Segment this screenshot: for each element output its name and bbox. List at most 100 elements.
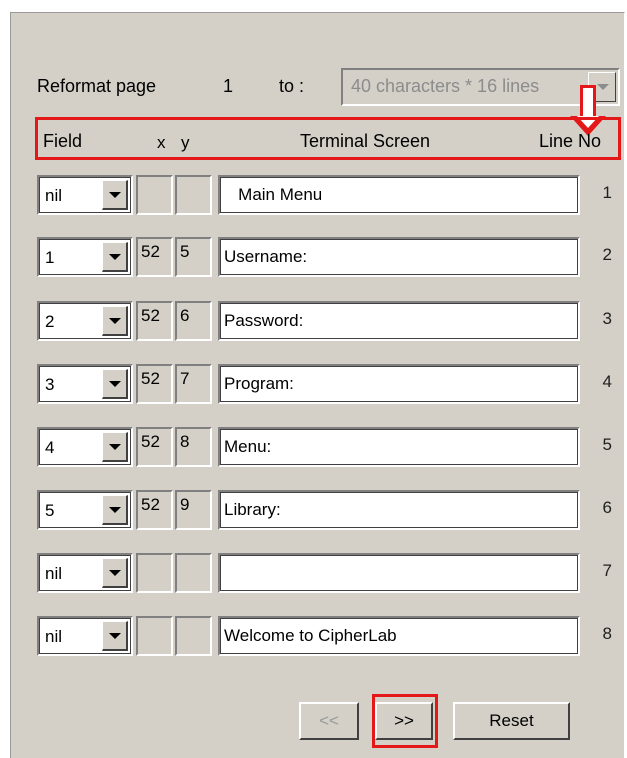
chevron-down-icon [109,633,121,639]
field-select-value: 4 [45,438,55,457]
chevron-down-icon [109,192,121,198]
y-cell: 9 [175,490,212,530]
x-cell: 52 [136,301,173,341]
terminal-line-text: Menu: [224,437,272,456]
header-field: Field [43,131,83,151]
line-number: 2 [602,245,612,264]
chevron-down-icon [109,570,121,576]
table-row: nil 7 [11,553,626,595]
terminal-line-input[interactable]: Library: [218,490,580,530]
field-dropdown-button[interactable] [102,180,128,210]
field-dropdown-button[interactable] [102,621,128,651]
y-cell: 6 [175,301,212,341]
y-value: 9 [180,495,190,514]
screen-size-dropdown[interactable]: 40 characters * 16 lines [341,68,620,106]
reset-button[interactable]: Reset [453,702,570,740]
field-select[interactable]: 2 [37,301,133,341]
terminal-line-input[interactable]: Password: [218,301,580,341]
terminal-line-input[interactable]: Username: [218,237,580,277]
line-number: 6 [602,498,612,517]
line-number: 5 [602,435,612,454]
field-dropdown-button[interactable] [102,369,128,399]
table-row: 1 52 5 Username: 2 [11,237,626,279]
x-cell: 52 [136,237,173,277]
reformat-page-label: Reformat page [37,76,157,96]
x-value: 52 [141,306,160,325]
y-value: 7 [180,369,190,388]
field-select[interactable]: 1 [37,237,133,277]
chevron-down-icon [109,318,121,324]
x-cell [136,553,173,593]
field-select[interactable]: nil [37,616,133,656]
field-dropdown-button[interactable] [102,432,128,462]
chevron-down-icon [109,507,121,513]
terminal-line-input[interactable] [218,553,580,593]
y-cell: 7 [175,364,212,404]
field-dropdown-button[interactable] [102,306,128,336]
field-select-value: 3 [45,375,55,394]
chevron-down-icon [109,381,121,387]
x-cell [136,175,173,215]
terminal-line-input[interactable]: Program: [218,364,580,404]
x-value: 52 [141,432,160,451]
terminal-line-input[interactable]: Menu: [218,427,580,467]
line-number: 3 [602,309,612,328]
field-select-value: nil [45,564,63,583]
line-number: 7 [602,561,612,580]
field-select-value: 1 [45,248,55,267]
y-cell [175,175,212,215]
table-row: 4 52 8 Menu: 5 [11,427,626,469]
terminal-line-text: Program: [224,374,294,393]
line-number: 4 [602,372,612,391]
terminal-line-input[interactable]: Main Menu [218,175,580,215]
header-line-no: Line No [539,131,602,151]
field-select[interactable]: nil [37,175,133,215]
y-cell [175,616,212,656]
red-arrow-shaft [580,85,596,117]
previous-page-button[interactable]: << [299,702,359,740]
x-cell: 52 [136,427,173,467]
table-row: nil Welcome to CipherLab 8 [11,616,626,658]
chevron-down-icon [597,84,609,90]
header-terminal-screen: Terminal Screen [300,131,431,151]
y-cell: 5 [175,237,212,277]
x-cell: 52 [136,364,173,404]
x-value: 52 [141,369,160,388]
y-value: 5 [180,242,190,261]
x-value: 52 [141,242,160,261]
x-value: 52 [141,495,160,514]
field-select[interactable]: 4 [37,427,133,467]
terminal-line-text: Main Menu [224,185,323,204]
x-cell: 52 [136,490,173,530]
terminal-line-text: Library: [224,500,281,519]
field-dropdown-button[interactable] [102,495,128,525]
screen-size-value: 40 characters * 16 lines [351,76,540,96]
chevron-down-icon [109,444,121,450]
x-cell [136,616,173,656]
next-page-button[interactable]: >> [375,702,433,740]
field-select-value: 2 [45,312,55,331]
field-select-value: nil [45,186,63,205]
field-select-value: nil [45,627,63,646]
field-dropdown-button[interactable] [102,242,128,272]
header-x: x [157,133,166,152]
page-number: 1 [223,76,234,96]
line-number: 8 [602,624,612,643]
terminal-line-text: Welcome to CipherLab [224,626,397,645]
reformat-panel: Reformat page 1 to : 40 characters * 16 … [10,12,625,758]
terminal-line-input[interactable]: Welcome to CipherLab [218,616,580,656]
chevron-down-icon [109,254,121,260]
table-row: 5 52 9 Library: 6 [11,490,626,532]
y-cell: 8 [175,427,212,467]
table-row: nil Main Menu 1 [11,175,626,217]
terminal-line-text: Password: [224,311,304,330]
terminal-line-text: Username: [224,247,308,266]
field-select[interactable]: 5 [37,490,133,530]
field-select[interactable]: 3 [37,364,133,404]
field-dropdown-button[interactable] [102,558,128,588]
y-value: 8 [180,432,190,451]
table-row: 3 52 7 Program: 4 [11,364,626,406]
table-row: 2 52 6 Password: 3 [11,301,626,343]
field-select[interactable]: nil [37,553,133,593]
field-select-value: 5 [45,501,55,520]
